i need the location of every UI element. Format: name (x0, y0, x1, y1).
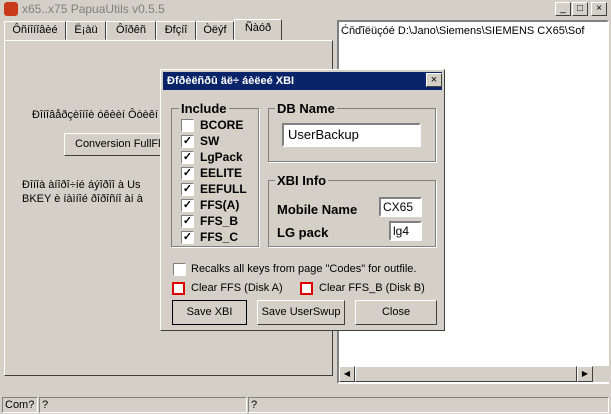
status-cell-3: ? (248, 397, 609, 413)
checkbox-label-bcore: BCORE (200, 118, 244, 132)
checkbox-label-ffs-b: FFS_B (200, 214, 239, 228)
dialog-close-button[interactable]: × (426, 73, 442, 87)
checkbox-sw[interactable]: ✓ (181, 135, 194, 148)
checkbox-lgpack[interactable]: ✓ (181, 151, 194, 164)
tab-6-active[interactable]: Ñàóð (234, 19, 282, 41)
scroll-corner (593, 366, 609, 382)
clear-ffs-a-label: Clear FFS (Disk A) (191, 282, 283, 294)
checkbox-label-ffs-c: FFS_C (200, 230, 239, 244)
mobile-name-input[interactable]: CX65 (379, 197, 422, 217)
lg-pack-input[interactable]: lg4 (389, 221, 422, 241)
clear-ffs-b-label: Clear FFS_B (Disk B) (319, 282, 425, 294)
app-icon (4, 2, 18, 16)
db-name-label: DB Name (275, 101, 337, 116)
scroll-thumb[interactable] (355, 366, 577, 382)
close-button[interactable]: × (591, 2, 607, 16)
log-line: Ćňďîëüçóé D:\Jano\Siemens\SIEMENS CX65\S… (341, 25, 585, 37)
left-text-2: Ðîíîà àíîðî÷íé áýîðîî à Us (22, 179, 141, 191)
status-com: Com? (2, 397, 38, 413)
checkbox-label-eefull: EEFULL (200, 182, 247, 196)
minimize-button[interactable]: _ (555, 2, 571, 16)
dialog-title: Ðfðèëñðû äë÷ áèëeé XBI (163, 72, 442, 90)
checkbox-label-eelite: EELITE (200, 166, 243, 180)
lg-pack-label: LG pack (277, 225, 329, 240)
recalc-label: Recalks all keys from page "Codes" for o… (191, 263, 417, 275)
title-bar: x65..x75 PapuaUtils v0.5.5 _ □ × (0, 0, 611, 19)
scroll-right-icon[interactable]: ▶ (577, 366, 593, 382)
checkbox-ffs-a[interactable]: ✓ (181, 199, 194, 212)
checkbox-recalc[interactable] (173, 263, 186, 276)
checkbox-ffs-c[interactable]: ✓ (181, 231, 194, 244)
save-xbi-button[interactable]: Save XBI (172, 300, 247, 325)
checkbox-label-sw: SW (200, 134, 220, 148)
checkbox-eelite[interactable]: ✓ (181, 167, 194, 180)
tab-2[interactable]: Ë¡àü (66, 21, 106, 40)
tab-4[interactable]: Ðfçíî (156, 21, 196, 40)
maximize-button[interactable]: □ (572, 2, 588, 16)
left-text-3: BKEY è íàìíîé ðîðîñíî àí à (22, 193, 143, 205)
conversion-button[interactable]: Conversion FullFla (64, 133, 174, 156)
window-title: x65..x75 PapuaUtils v0.5.5 (22, 2, 165, 16)
tab-5[interactable]: Òëýf (196, 21, 234, 40)
checkbox-label-ffs-a: FFS(A) (200, 198, 240, 212)
db-name-input[interactable]: UserBackup (282, 123, 421, 147)
left-text-1: Ðîíîâåðçèîíîè óêèèí Ôòèêí (32, 109, 158, 121)
checkbox-ffs-b[interactable]: ✓ (181, 215, 194, 228)
tab-1[interactable]: Ôñíîíîâèé (4, 21, 66, 40)
checkbox-bcore[interactable] (181, 119, 194, 132)
status-cell-2: ? (39, 397, 247, 413)
checkbox-label-lgpack: LgPack (200, 150, 243, 164)
xbi-info-label: XBI Info (275, 173, 329, 188)
xbi-dialog: Ðfðèëñðû äë÷ áèëeé XBI × Include BCORE ✓… (160, 69, 445, 331)
checkbox-clear-ffs-b[interactable] (300, 282, 313, 295)
dialog-close-action-button[interactable]: Close (355, 300, 437, 325)
scroll-left-icon[interactable]: ◀ (339, 366, 355, 382)
save-userswup-button[interactable]: Save UserSwup (257, 300, 345, 325)
mobile-name-label: Mobile Name (277, 202, 358, 217)
checkbox-clear-ffs-a[interactable] (172, 282, 185, 295)
tab-3[interactable]: Ôîðêñ (106, 21, 156, 40)
checkbox-eefull[interactable]: ✓ (181, 183, 194, 196)
include-label: Include (179, 101, 229, 116)
